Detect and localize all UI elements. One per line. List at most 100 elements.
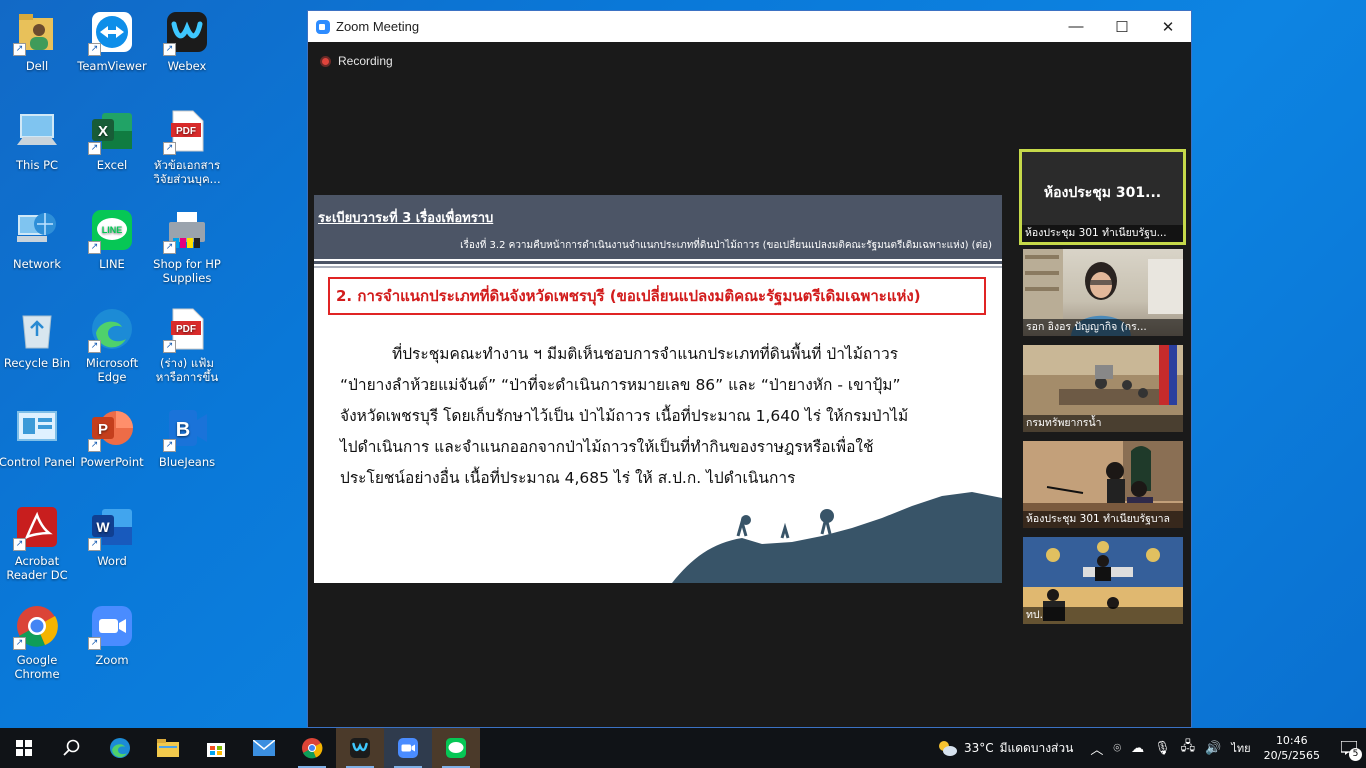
- desktop-icon-acrobat[interactable]: ↗ Acrobat Reader DC: [2, 503, 72, 595]
- taskbar-store[interactable]: [192, 728, 240, 768]
- desktop-icon-label: Recycle Bin: [3, 356, 71, 370]
- recording-dot-icon: [320, 55, 331, 67]
- participant-tile[interactable]: รอก อิงอร ปัญญากิจ (กร...: [1023, 249, 1183, 336]
- folder-user-icon: ↗: [13, 8, 61, 56]
- desktop-icon-label: Webex: [167, 59, 207, 73]
- start-button[interactable]: [0, 728, 48, 768]
- slide-body: ที่ประชุมคณะทำงาน ฯ มีมติเห็นชอบการจำแนก…: [340, 339, 980, 494]
- powerpoint-icon: P ↗: [88, 404, 136, 452]
- search-icon: [63, 739, 80, 756]
- desktop-icon-label: BlueJeans: [158, 455, 216, 469]
- recording-label: Recording: [338, 54, 393, 68]
- chrome-icon: [302, 738, 323, 759]
- weather-temperature: 33°C: [963, 741, 994, 755]
- slide-section-title: 2. การจำแนกประเภทที่ดินจังหวัดเพชรบุรี (…: [328, 277, 986, 315]
- desktop-icon-label: Network: [12, 257, 62, 271]
- taskbar-edge[interactable]: [96, 728, 144, 768]
- participant-tile[interactable]: ทป.: [1023, 537, 1183, 624]
- system-clock[interactable]: 10:46 20/5/2565: [1264, 733, 1320, 763]
- desktop-icon-zoom[interactable]: ↗ Zoom: [77, 602, 147, 694]
- participant-tile[interactable]: ห้องประชุม 301 ทำเนียบรัฐบาล: [1023, 441, 1183, 528]
- desktop-icon-label: Microsoft Edge: [85, 356, 139, 384]
- desktop-icon-hp-supplies[interactable]: ↗ Shop for HP Supplies: [152, 206, 222, 298]
- desktop-icon-bluejeans[interactable]: B ↗ BlueJeans: [152, 404, 222, 496]
- taskbar-mail[interactable]: [240, 728, 288, 768]
- svg-text:PDF: PDF: [176, 126, 196, 137]
- zoom-logo-icon: [316, 19, 330, 34]
- chevron-up-icon[interactable]: ︿: [1090, 739, 1103, 758]
- maximize-button[interactable]: ☐: [1099, 11, 1145, 42]
- input-language[interactable]: ไทย: [1231, 739, 1250, 757]
- slide-body-line: “ป่ายางลำห้วยแม่จันต์” “ป่าที่จะดำเนินกา…: [340, 376, 901, 394]
- microphone-icon[interactable]: 🎙: [1154, 741, 1171, 756]
- line-app-icon: LINE ↗: [88, 206, 136, 254]
- desktop-icon-label: Shop for HP Supplies: [153, 257, 221, 285]
- search-button[interactable]: [48, 728, 96, 768]
- taskbar-chrome[interactable]: [288, 728, 336, 768]
- slide-body-line: ที่ประชุมคณะทำงาน ฯ มีมติเห็นชอบการจำแนก…: [392, 345, 899, 363]
- recording-indicator[interactable]: Recording: [320, 54, 393, 68]
- windows-logo-icon: [16, 740, 32, 756]
- taskbar-zoom[interactable]: [384, 728, 432, 768]
- minimize-button[interactable]: —: [1053, 11, 1099, 42]
- desktop-icon-teamviewer[interactable]: ↗ TeamViewer: [77, 8, 147, 100]
- taskbar-file-explorer[interactable]: [144, 728, 192, 768]
- desktop-icon-label: Control Panel: [0, 455, 76, 469]
- slide-body-line: ไปดำเนินการ และจำแนกออกจากป่าไม้ถาวรให้เ…: [340, 438, 874, 456]
- desktop-icon-powerpoint[interactable]: P ↗ PowerPoint: [77, 404, 147, 496]
- weather-widget[interactable]: 33°C มีแดดบางส่วน: [936, 739, 1073, 758]
- webex-icon: [350, 738, 370, 758]
- shared-screen-slide: ระเบียบวาระที่ 3 เรื่องเพื่อทราบ เรื่องท…: [314, 195, 1002, 583]
- desktop-icon-dell[interactable]: ↗ Dell: [2, 8, 72, 100]
- taskbar-webex[interactable]: [336, 728, 384, 768]
- desktop-icon-recycle-bin[interactable]: Recycle Bin: [2, 305, 72, 397]
- teamviewer-icon: ↗: [88, 8, 136, 56]
- desktop-icon-label: (ร่าง) แฟ้ม หารือการขึ้นท...: [155, 356, 219, 386]
- recycle-bin-icon: [13, 305, 61, 353]
- desktop-icon-network[interactable]: Network: [2, 206, 72, 298]
- window-titlebar[interactable]: Zoom Meeting — ☐ ✕: [308, 11, 1191, 42]
- desktop-icon-excel[interactable]: X ↗ Excel: [77, 107, 147, 199]
- meet-now-icon[interactable]: ⌾: [1113, 741, 1121, 756]
- taskbar-line[interactable]: [432, 728, 480, 768]
- edge-icon: ↗: [88, 305, 136, 353]
- zoom-app-icon: [398, 738, 418, 758]
- desktop-icon-label: This PC: [15, 158, 59, 172]
- volume-icon[interactable]: 🔊: [1205, 741, 1221, 756]
- printer-icon: ↗: [163, 206, 211, 254]
- zoom-app-icon: ↗: [88, 602, 136, 650]
- desktop-icon-webex[interactable]: ↗ Webex: [152, 8, 222, 100]
- participant-name: กรมทรัพยากรน้ำ: [1023, 415, 1183, 432]
- desktop-icon-label: Acrobat Reader DC: [6, 554, 68, 582]
- onedrive-cloud-icon[interactable]: ☁: [1131, 741, 1144, 756]
- participant-tile-active-speaker[interactable]: ห้องประชุม 301... ห้องประชุม 301 ทำเนียบ…: [1019, 149, 1186, 245]
- zoom-meeting-window[interactable]: Zoom Meeting — ☐ ✕ Recording ระเบียบวาระ…: [307, 10, 1192, 728]
- desktop-icon-label: หัวข้อเอกสาร วิจัยส่วนบุค...: [153, 158, 221, 186]
- window-title: Zoom Meeting: [336, 19, 420, 34]
- desktop-icon-pdf-draft[interactable]: PDF ↗ (ร่าง) แฟ้ม หารือการขึ้นท...: [152, 305, 222, 397]
- desktop-icon-word[interactable]: W ↗ Word: [77, 503, 147, 595]
- desktop-icon-line[interactable]: LINE ↗ LINE: [77, 206, 147, 298]
- mail-icon: [253, 740, 275, 756]
- desktop-icon-edge[interactable]: ↗ Microsoft Edge: [77, 305, 147, 397]
- desktop-icon-pdf-document[interactable]: PDF ↗ หัวข้อเอกสาร วิจัยส่วนบุค...: [152, 107, 222, 199]
- participant-tile[interactable]: กรมทรัพยากรน้ำ: [1023, 345, 1183, 432]
- folder-icon: [157, 739, 179, 757]
- svg-text:PDF: PDF: [176, 324, 196, 335]
- network-icon: [13, 206, 61, 254]
- desktop-icon-control-panel[interactable]: Control Panel: [0, 404, 75, 496]
- network-status-icon[interactable]: 🖧: [1181, 737, 1196, 759]
- desktop-icon-label: Excel: [96, 158, 128, 172]
- participant-name: ทป.: [1023, 607, 1183, 624]
- desktop-icon-this-pc[interactable]: This PC: [2, 107, 72, 199]
- desktop-icon-label: LINE: [99, 257, 125, 271]
- bluejeans-icon: B ↗: [163, 404, 211, 452]
- notification-count-badge: 5: [1349, 748, 1362, 761]
- notification-center-button[interactable]: 5: [1332, 728, 1366, 768]
- slide-header: ระเบียบวาระที่ 3 เรื่องเพื่อทราบ เรื่องท…: [314, 195, 1002, 259]
- close-button[interactable]: ✕: [1145, 11, 1191, 42]
- weather-partly-sunny-icon: [938, 741, 957, 756]
- desktop-icon-google-chrome[interactable]: ↗ Google Chrome: [2, 602, 72, 694]
- divider: [314, 261, 1002, 264]
- svg-text:W: W: [96, 519, 110, 535]
